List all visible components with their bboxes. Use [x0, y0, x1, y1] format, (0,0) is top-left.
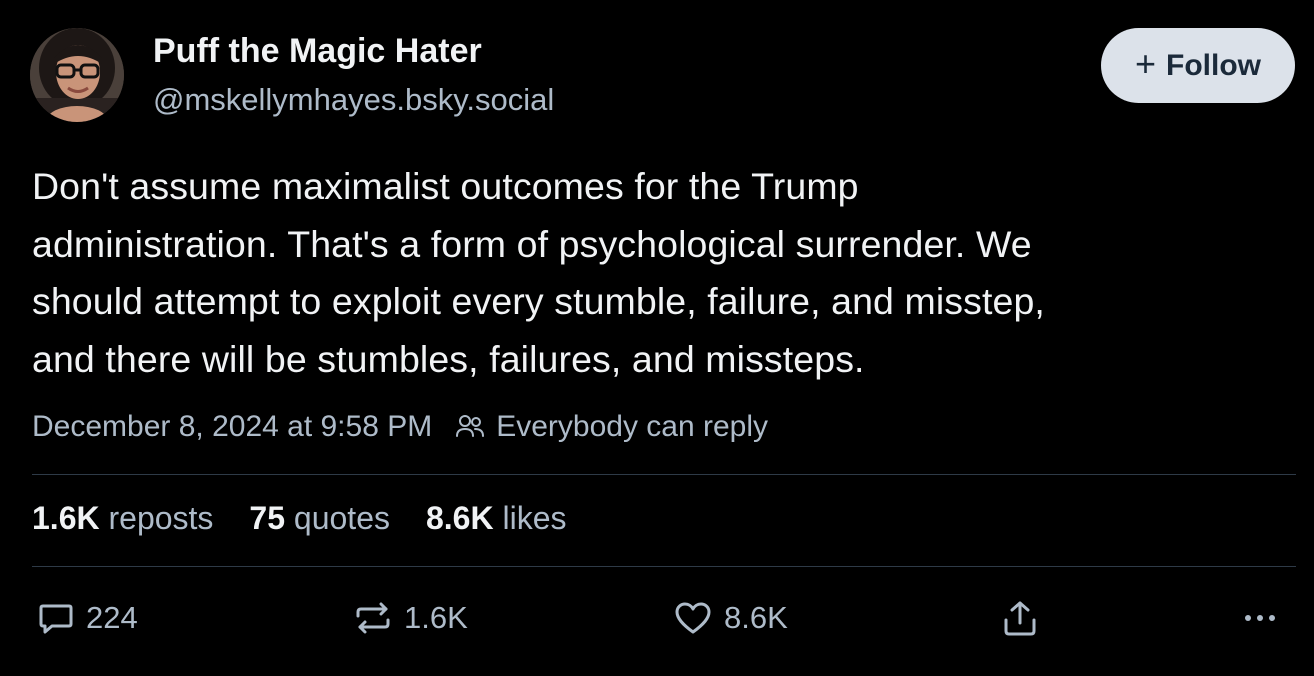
people-icon	[454, 411, 486, 443]
reposts-label: reposts	[108, 500, 214, 536]
post-meta: December 8, 2024 at 9:58 PM Everybody ca…	[32, 410, 768, 444]
divider	[32, 566, 1296, 567]
reposts-count: 1.6K	[32, 500, 100, 536]
share-button[interactable]	[1000, 598, 1040, 640]
post-text-line: should attempt to exploit every stumble,…	[32, 280, 1045, 322]
repost-button[interactable]: 1.6K	[352, 598, 468, 638]
avatar[interactable]	[30, 28, 124, 122]
likes-stat[interactable]: 8.6K likes	[426, 500, 567, 537]
divider	[32, 474, 1296, 475]
author-display-name[interactable]: Puff the Magic Hater	[153, 32, 482, 71]
quotes-label: quotes	[293, 500, 390, 536]
reply-setting: Everybody can reply	[496, 410, 769, 443]
like-count: 8.6K	[724, 600, 788, 635]
repost-count: 1.6K	[404, 600, 468, 635]
heart-icon	[672, 598, 714, 638]
plus-icon: +	[1134, 43, 1157, 84]
post-text-line: administration. That's a form of psychol…	[32, 222, 1032, 265]
quotes-stat[interactable]: 75 quotes	[249, 500, 390, 537]
repost-icon	[352, 598, 394, 638]
follow-button[interactable]: + Follow	[1101, 28, 1295, 103]
author-handle[interactable]: @mskellymhayes.bsky.social	[153, 82, 554, 118]
post-stats: 1.6K reposts 75 quotes 8.6K likes	[32, 500, 602, 537]
reposts-stat[interactable]: 1.6K reposts	[32, 500, 213, 537]
likes-label: likes	[502, 500, 567, 536]
post-timestamp[interactable]: December 8, 2024 at 9:58 PM	[32, 410, 432, 444]
follow-button-label: Follow	[1166, 48, 1261, 82]
reply-icon	[36, 598, 76, 638]
more-icon	[1240, 598, 1280, 638]
post-text-line: Don't assume maximalist outcomes for the…	[32, 165, 859, 207]
like-button[interactable]: 8.6K	[672, 598, 788, 638]
more-options-button[interactable]	[1240, 598, 1280, 638]
post-view: Puff the Magic Hater @mskellymhayes.bsky…	[0, 0, 1314, 676]
post-text-line: and there will be stumbles, failures, an…	[32, 337, 865, 380]
reply-count: 224	[86, 600, 138, 635]
reply-button[interactable]: 224	[36, 598, 138, 638]
quotes-count: 75	[249, 500, 286, 536]
likes-count: 8.6K	[425, 500, 494, 536]
post-text: Don't assume maximalist outcomes for the…	[32, 158, 1292, 388]
share-icon	[1000, 598, 1040, 640]
avatar-image	[30, 28, 124, 122]
